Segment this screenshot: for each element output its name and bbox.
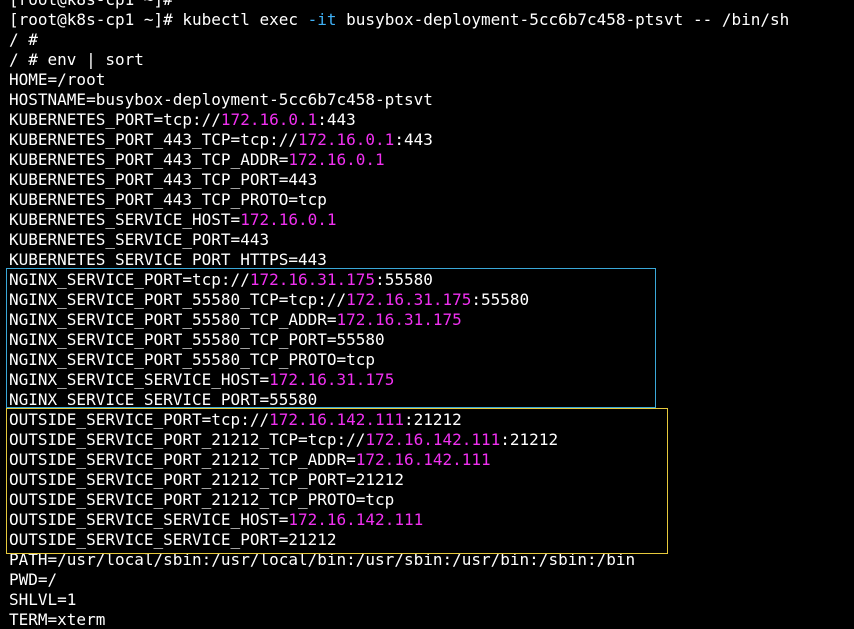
terminal-text: [root@k8s-cp1 ~]# kubectl exec (9, 10, 308, 29)
terminal-line: KUBERNETES_PORT=tcp://172.16.0.1:443 (9, 110, 789, 130)
terminal-text: busybox-deployment-5cc6b7c458-ptsvt -- /… (336, 10, 790, 29)
terminal-line: KUBERNETES_SERVICE_PORT_HTTPS=443 (9, 250, 789, 270)
terminal-line: KUBERNETES_PORT_443_TCP=tcp://172.16.0.1… (9, 130, 789, 150)
ip-address-text: 172.16.31.175 (249, 270, 376, 289)
terminal-line: TERM=xterm (9, 610, 789, 629)
terminal-text: HOME=/root (9, 70, 106, 89)
terminal-line: HOSTNAME=busybox-deployment-5cc6b7c458-p… (9, 90, 789, 110)
terminal-text: OUTSIDE_SERVICE_PORT_21212_TCP_PORT=2121… (9, 470, 404, 489)
terminal-line: NGINX_SERVICE_SERVICE_HOST=172.16.31.175 (9, 370, 789, 390)
terminal-text: NGINX_SERVICE_SERVICE_PORT=55580 (9, 390, 318, 409)
terminal-text: [root@k8s-cp1 ~]# (9, 0, 173, 9)
terminal-line: [root@k8s-cp1 ~]# kubectl exec -it busyb… (9, 10, 789, 30)
terminal-line: PATH=/usr/local/sbin:/usr/local/bin:/usr… (9, 550, 789, 570)
terminal-line: NGINX_SERVICE_PORT_55580_TCP_PROTO=tcp (9, 350, 789, 370)
terminal-text: NGINX_SERVICE_PORT_55580_TCP_PORT=55580 (9, 330, 385, 349)
terminal-line: [root@k8s-cp1 ~]# (9, 0, 789, 10)
terminal-line: OUTSIDE_SERVICE_SERVICE_PORT=21212 (9, 530, 789, 550)
terminal-text: :443 (317, 110, 356, 129)
terminal-line: KUBERNETES_SERVICE_HOST=172.16.0.1 (9, 210, 789, 230)
terminal-line: KUBERNETES_PORT_443_TCP_PORT=443 (9, 170, 789, 190)
ip-address-text: 172.16.142.111 (288, 510, 424, 529)
terminal-window[interactable]: [root@k8s-cp1 ~]#[root@k8s-cp1 ~]# kubec… (0, 0, 854, 629)
terminal-text: KUBERNETES_SERVICE_HOST= (9, 210, 241, 229)
terminal-line: OUTSIDE_SERVICE_PORT=tcp://172.16.142.11… (9, 410, 789, 430)
terminal-text: TERM=xterm (9, 610, 106, 629)
ip-address-text: 172.16.0.1 (288, 150, 385, 169)
terminal-text: OUTSIDE_SERVICE_PORT_21212_TCP_ADDR= (9, 450, 356, 469)
ip-address-text: 172.16.31.175 (346, 290, 472, 309)
ip-address-text: 172.16.0.1 (297, 130, 395, 149)
terminal-line: OUTSIDE_SERVICE_PORT_21212_TCP_ADDR=172.… (9, 450, 789, 470)
terminal-text: NGINX_SERVICE_SERVICE_HOST= (9, 370, 270, 389)
terminal-text: :55580 (375, 270, 433, 289)
terminal-text: KUBERNETES_SERVICE_PORT=443 (9, 230, 270, 249)
terminal-line: NGINX_SERVICE_PORT=tcp://172.16.31.175:5… (9, 270, 789, 290)
command-flag-text: -it (307, 10, 337, 29)
terminal-text: OUTSIDE_SERVICE_PORT_21212_TCP_PROTO=tcp (9, 490, 395, 509)
terminal-text: KUBERNETES_PORT=tcp:// (9, 110, 221, 129)
terminal-text: OUTSIDE_SERVICE_SERVICE_HOST= (9, 510, 289, 529)
ip-address-text: 172.16.31.175 (269, 370, 395, 389)
terminal-line: OUTSIDE_SERVICE_PORT_21212_TCP_PORT=2121… (9, 470, 789, 490)
terminal-text: SHLVL=1 (9, 590, 77, 609)
terminal-line: OUTSIDE_SERVICE_PORT_21212_TCP=tcp://172… (9, 430, 789, 450)
terminal-text: OUTSIDE_SERVICE_SERVICE_PORT=21212 (9, 530, 337, 549)
terminal-text: OUTSIDE_SERVICE_PORT=tcp:// (9, 410, 270, 429)
ip-address-text: 172.16.142.111 (355, 450, 491, 469)
terminal-line: NGINX_SERVICE_PORT_55580_TCP_PORT=55580 (9, 330, 789, 350)
terminal-text: :21212 (403, 410, 462, 429)
terminal-line: / # (9, 30, 789, 50)
terminal-text: KUBERNETES_PORT_443_TCP=tcp:// (9, 130, 298, 149)
terminal-line: KUBERNETES_PORT_443_TCP_PROTO=tcp (9, 190, 789, 210)
terminal-text: KUBERNETES_SERVICE_PORT_HTTPS=443 (9, 250, 327, 269)
terminal-output: [root@k8s-cp1 ~]#[root@k8s-cp1 ~]# kubec… (9, 0, 789, 629)
terminal-text: NGINX_SERVICE_PORT_55580_TCP_ADDR= (9, 310, 337, 329)
terminal-line: NGINX_SERVICE_SERVICE_PORT=55580 (9, 390, 789, 410)
terminal-line: NGINX_SERVICE_PORT_55580_TCP_ADDR=172.16… (9, 310, 789, 330)
terminal-text: PWD=/ (9, 570, 58, 589)
terminal-text: HOSTNAME=busybox-deployment-5cc6b7c458-p… (9, 90, 433, 109)
terminal-text: PATH=/usr/local/sbin:/usr/local/bin:/usr… (9, 550, 636, 569)
terminal-line: SHLVL=1 (9, 590, 789, 610)
ip-address-text: 172.16.0.1 (240, 210, 337, 229)
terminal-text: KUBERNETES_PORT_443_TCP_PROTO=tcp (9, 190, 327, 209)
ip-address-text: 172.16.31.175 (336, 310, 462, 329)
terminal-text: OUTSIDE_SERVICE_PORT_21212_TCP=tcp:// (9, 430, 366, 449)
terminal-text: :443 (394, 130, 433, 149)
terminal-line: KUBERNETES_PORT_443_TCP_ADDR=172.16.0.1 (9, 150, 789, 170)
terminal-line: OUTSIDE_SERVICE_SERVICE_HOST=172.16.142.… (9, 510, 789, 530)
terminal-line: PWD=/ (9, 570, 789, 590)
terminal-line: OUTSIDE_SERVICE_PORT_21212_TCP_PROTO=tcp (9, 490, 789, 510)
terminal-text: / # (9, 30, 38, 49)
ip-address-text: 172.16.142.111 (269, 410, 404, 429)
terminal-text: :21212 (500, 430, 559, 449)
terminal-line: HOME=/root (9, 70, 789, 90)
terminal-text: :55580 (471, 290, 530, 309)
ip-address-text: 172.16.142.111 (365, 430, 501, 449)
terminal-line: NGINX_SERVICE_PORT_55580_TCP=tcp://172.1… (9, 290, 789, 310)
terminal-text: KUBERNETES_PORT_443_TCP_PORT=443 (9, 170, 318, 189)
terminal-line: KUBERNETES_SERVICE_PORT=443 (9, 230, 789, 250)
terminal-line: / # env | sort (9, 50, 789, 70)
terminal-text: / # env | sort (9, 50, 144, 69)
terminal-text: NGINX_SERVICE_PORT=tcp:// (9, 270, 250, 289)
terminal-text: NGINX_SERVICE_PORT_55580_TCP=tcp:// (9, 290, 347, 309)
ip-address-text: 172.16.0.1 (220, 110, 318, 129)
terminal-text: NGINX_SERVICE_PORT_55580_TCP_PROTO=tcp (9, 350, 376, 369)
terminal-text: KUBERNETES_PORT_443_TCP_ADDR= (9, 150, 289, 169)
